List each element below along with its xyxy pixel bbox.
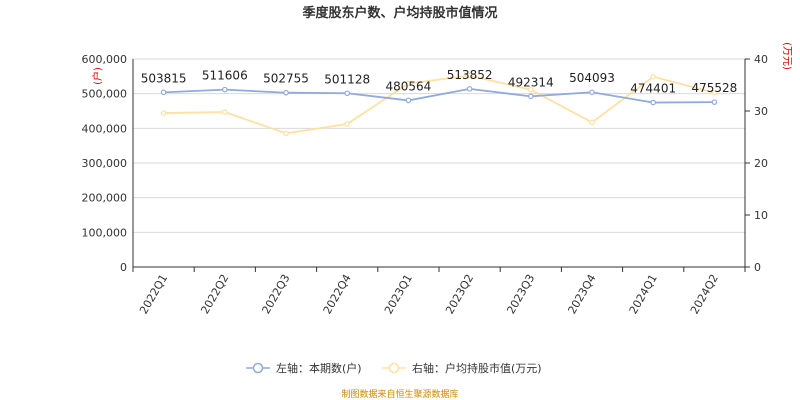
x-axis: 2022Q1 2022Q2 2022Q3 2022Q4 2023Q1 2023Q2 2023… <box>132 266 746 316</box>
data-labels: 503815 511606 502755 501128 480564 513852 4923… <box>141 68 738 96</box>
series-left-point[interactable] <box>283 89 289 96</box>
data-label: 513852 <box>447 68 493 82</box>
series-right-point[interactable] <box>160 110 167 116</box>
legend-item-left[interactable]: 左轴：本期数(户) <box>246 361 362 375</box>
right-axis-unit: (万元) <box>781 42 792 70</box>
left-tick-label: 0 <box>120 261 127 274</box>
left-tick-label: 500,000 <box>82 88 128 101</box>
x-tick-label: 2022Q1 <box>137 272 170 316</box>
series-left-point[interactable] <box>160 89 167 96</box>
chart-title: 季度股东户数、户均持股市值情况 <box>301 5 497 21</box>
legend-marker-left <box>252 362 264 374</box>
left-axis: 0 100,000 200,000 300,000 400,000 500,000 600,… <box>82 53 134 274</box>
series-right-point[interactable] <box>283 130 289 137</box>
left-tick-label: 200,000 <box>82 192 128 205</box>
series-left-point[interactable] <box>222 86 228 93</box>
data-label: 504093 <box>569 71 615 85</box>
series-right-point[interactable] <box>650 73 657 80</box>
footer-source: 制图数据来自恒生聚源数据库 <box>341 388 458 400</box>
series-left-point[interactable] <box>466 86 473 92</box>
data-label: 480564 <box>385 79 431 93</box>
data-label: 474401 <box>630 82 676 96</box>
data-label: 503815 <box>141 71 187 85</box>
series-left-point[interactable] <box>344 90 351 97</box>
right-tick-label: 30 <box>754 105 768 118</box>
right-axis: 0 10 20 30 40 <box>744 53 768 274</box>
series-right-point[interactable] <box>222 109 228 115</box>
x-tick-label: 2023Q3 <box>504 272 537 316</box>
data-label: 511606 <box>202 69 248 83</box>
data-label: 501128 <box>324 72 370 86</box>
legend-label-right: 右轴：户均持股市值(万元) <box>412 361 542 375</box>
x-tick-label: 2023Q2 <box>443 272 476 316</box>
series-left-point[interactable] <box>405 97 412 104</box>
series-right-point[interactable] <box>589 119 595 126</box>
legend-marker-right <box>388 362 400 374</box>
left-tick-label: 300,000 <box>82 157 128 170</box>
series-left-point[interactable] <box>527 93 534 100</box>
x-tick-label: 2024Q2 <box>688 272 721 316</box>
x-tick-label: 2024Q1 <box>627 272 660 316</box>
data-label: 492314 <box>508 75 554 89</box>
series-left-point[interactable] <box>711 99 718 105</box>
legend: 左轴：本期数(户) 右轴：户均持股市值(万元) <box>246 361 542 375</box>
x-tick-label: 2022Q2 <box>198 272 231 316</box>
left-tick-label: 400,000 <box>82 122 128 135</box>
x-tick-label: 2022Q3 <box>260 272 293 316</box>
data-label: 502755 <box>263 72 309 86</box>
data-label: 475528 <box>691 81 737 95</box>
series-left-point[interactable] <box>589 89 595 96</box>
right-tick-label: 10 <box>754 209 768 222</box>
series-left-point[interactable] <box>650 99 657 106</box>
legend-label-left: 左轴：本期数(户) <box>276 361 362 375</box>
x-tick-label: 2023Q4 <box>566 272 599 316</box>
series-right-point[interactable] <box>344 121 351 127</box>
left-tick-label: 600,000 <box>82 53 128 66</box>
left-tick-label: 100,000 <box>82 226 128 239</box>
chart: 季度股东户数、户均持股市值情况 0 100,000 200,000 300,000 40… <box>82 5 793 400</box>
x-tick-label: 2023Q1 <box>382 272 415 316</box>
legend-item-right[interactable]: 右轴：户均持股市值(万元) <box>382 361 542 375</box>
x-tick-label: 2022Q4 <box>321 272 354 316</box>
right-tick-label: 40 <box>754 53 768 66</box>
right-tick-label: 20 <box>754 157 768 170</box>
left-axis-unit: (户) <box>91 67 104 85</box>
right-tick-label: 0 <box>754 261 761 274</box>
